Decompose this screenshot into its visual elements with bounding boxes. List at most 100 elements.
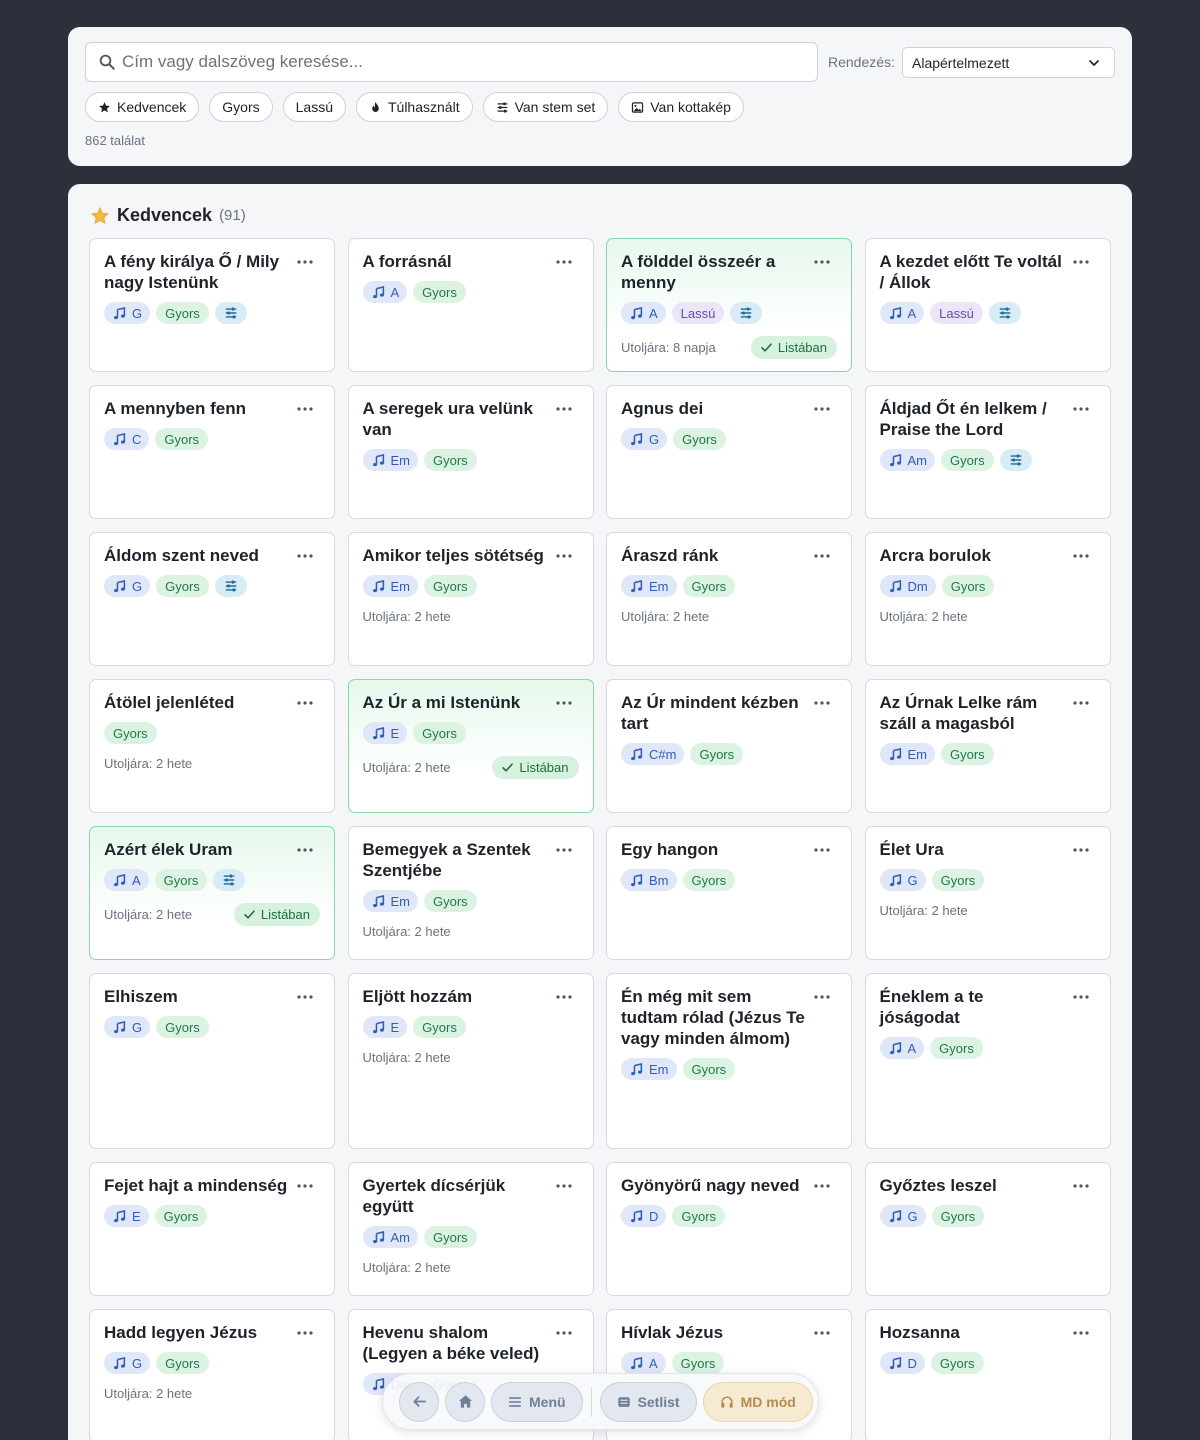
more-options-icon[interactable] (555, 1177, 573, 1188)
music-note-icon (889, 1356, 902, 1370)
more-options-icon[interactable] (555, 400, 573, 411)
music-note-icon (372, 285, 385, 299)
song-card[interactable]: Élet Ura G Gyors Utoljára: 2 hete (864, 826, 1111, 960)
song-card[interactable]: Hadd legyen Jézus G Gyors Utoljára: 2 hete (89, 1309, 335, 1440)
filter-chip-2[interactable]: Lassú (282, 92, 346, 122)
key-label: A (649, 305, 658, 321)
key-badge: G (879, 1205, 926, 1227)
more-options-icon[interactable] (296, 1177, 314, 1188)
song-card[interactable]: Bemegyek a Szentek Szentjébe Em Gyors Utolj… (347, 826, 594, 960)
song-card[interactable]: A fény királya Ő / Mily nagy Istenünk G Gy… (89, 238, 335, 372)
more-options-icon[interactable] (555, 988, 573, 999)
song-card[interactable]: Az Úr a mi Istenünk E Gyors Utoljára: 2 het… (347, 679, 594, 813)
song-card[interactable]: Az Úr mindent kézben tart C#m Gyors (606, 679, 852, 813)
song-card[interactable]: A seregek ura velünk van Em Gyors (347, 385, 594, 519)
music-note-icon (630, 873, 643, 887)
song-card[interactable]: Áraszd ránk Em Gyors Utoljára: 2 hete (606, 532, 852, 666)
key-badge: G (104, 302, 151, 324)
more-options-icon[interactable] (813, 400, 831, 411)
filter-chip-3[interactable]: Túlhasznált (355, 92, 473, 122)
more-options-icon[interactable] (555, 547, 573, 558)
more-options-icon[interactable] (813, 547, 831, 558)
more-options-icon[interactable] (555, 253, 573, 264)
stem-set-icon (214, 302, 247, 324)
song-card[interactable]: Gyertek dícsérjük együtt Am Gyors Utoljára:… (347, 1162, 594, 1296)
song-card[interactable]: Amikor teljes sötétség Em Gyors Utoljára: 2… (347, 532, 594, 666)
more-options-icon[interactable] (296, 841, 314, 852)
song-tags: Em Gyors (621, 1058, 837, 1080)
key-badge: Em (362, 575, 418, 597)
song-card[interactable]: Egy hangon Bm Gyors (606, 826, 852, 960)
filter-chip-1[interactable]: Gyors (209, 92, 273, 122)
key-badge: Bm (621, 869, 677, 891)
stem-set-icon (214, 575, 247, 597)
more-options-icon[interactable] (296, 988, 314, 999)
song-card[interactable]: Azért élek Uram A Gyors Utoljára: 2 hete Lis… (89, 826, 335, 960)
more-options-icon[interactable] (813, 1324, 831, 1335)
song-card[interactable]: Átölel jelenléted Gyors Utoljára: 2 hete (89, 679, 335, 813)
song-card[interactable]: Eljött hozzám E Gyors Utoljára: 2 hete (347, 973, 594, 1149)
filter-chip-5[interactable]: Van kottakép (618, 92, 744, 122)
more-options-icon[interactable] (555, 694, 573, 705)
more-options-icon[interactable] (1072, 400, 1090, 411)
more-options-icon[interactable] (296, 400, 314, 411)
more-options-icon[interactable] (813, 988, 831, 999)
more-options-icon[interactable] (1072, 1177, 1090, 1188)
more-options-icon[interactable] (1072, 1324, 1090, 1335)
more-options-icon[interactable] (1072, 694, 1090, 705)
more-options-icon[interactable] (1072, 253, 1090, 264)
tempo-badge: Gyors (424, 890, 477, 912)
stem-set-icon (730, 302, 763, 324)
song-title: Fejet hajt a mindenség (104, 1176, 288, 1195)
more-options-icon[interactable] (296, 253, 314, 264)
song-card[interactable]: Az Úrnak Lelke rám száll a magasból Em Gyo… (864, 679, 1111, 813)
key-badge: E (362, 1016, 408, 1038)
sort-select[interactable]: Alapértelmezett (902, 47, 1115, 78)
more-options-icon[interactable] (813, 253, 831, 264)
song-card[interactable]: A mennyben fenn C Gyors (89, 385, 335, 519)
filter-chip-0[interactable]: Kedvencek (85, 92, 200, 122)
song-card[interactable]: A földdel összeér a menny A Lassú Utoljára:… (606, 238, 852, 372)
song-card[interactable]: Éneklem a te jóságodat A Gyors (864, 973, 1111, 1149)
more-options-icon[interactable] (555, 1324, 573, 1335)
more-options-icon[interactable] (1072, 988, 1090, 999)
stem-set-icon (999, 449, 1032, 471)
song-card[interactable]: Agnus dei G Gyors (606, 385, 852, 519)
music-note-icon (630, 579, 643, 593)
filter-chip-4[interactable]: Van stem set (482, 92, 609, 122)
song-card[interactable]: Áldjad Őt én lelkem / Praise the Lord Am G… (864, 385, 1111, 519)
key-label: A (390, 284, 400, 300)
song-card[interactable]: A kezdet előtt Te voltál / Állok A Lassú (864, 238, 1111, 372)
back-button[interactable] (399, 1381, 439, 1422)
song-card[interactable]: Győztes leszel G Gyors (864, 1162, 1111, 1296)
more-options-icon[interactable] (813, 841, 831, 852)
song-tags: G Gyors (104, 302, 320, 324)
song-card[interactable]: Áldom szent neved G Gyors (89, 532, 335, 666)
more-options-icon[interactable] (813, 694, 831, 705)
song-card[interactable]: Elhiszem G Gyors (89, 973, 335, 1149)
more-options-icon[interactable] (1072, 547, 1090, 558)
song-card[interactable]: Fejet hajt a mindenség E Gyors (89, 1162, 335, 1296)
song-card[interactable]: Hozsanna D Gyors (864, 1309, 1111, 1440)
search-input[interactable] (122, 52, 802, 72)
more-options-icon[interactable] (296, 694, 314, 705)
more-options-icon[interactable] (1072, 841, 1090, 852)
song-card[interactable]: Arcra borulok Dm Gyors Utoljára: 2 hete (864, 532, 1111, 666)
song-title: Agnus dei (621, 399, 704, 418)
md-mode-button[interactable]: MD mód (702, 1381, 813, 1422)
more-options-icon[interactable] (555, 841, 573, 852)
song-card[interactable]: Gyönyörű nagy neved D Gyors (606, 1162, 852, 1296)
more-options-icon[interactable] (813, 1177, 831, 1188)
more-options-icon[interactable] (296, 1324, 314, 1335)
key-label: Em (649, 578, 669, 594)
song-card[interactable]: Én még mit sem tudtam rólad (Jézus Te va… (606, 973, 852, 1149)
tempo-badge: Gyors (413, 281, 466, 303)
search-box[interactable] (85, 42, 818, 82)
menu-button[interactable]: Menü (491, 1381, 583, 1422)
more-options-icon[interactable] (296, 547, 314, 558)
song-card[interactable]: A forrásnál A Gyors (347, 238, 594, 372)
setlist-button[interactable]: Setlist (599, 1381, 697, 1422)
tempo-badge: Lassú (671, 302, 725, 324)
home-button[interactable] (445, 1381, 485, 1422)
music-note-icon (113, 1356, 126, 1370)
